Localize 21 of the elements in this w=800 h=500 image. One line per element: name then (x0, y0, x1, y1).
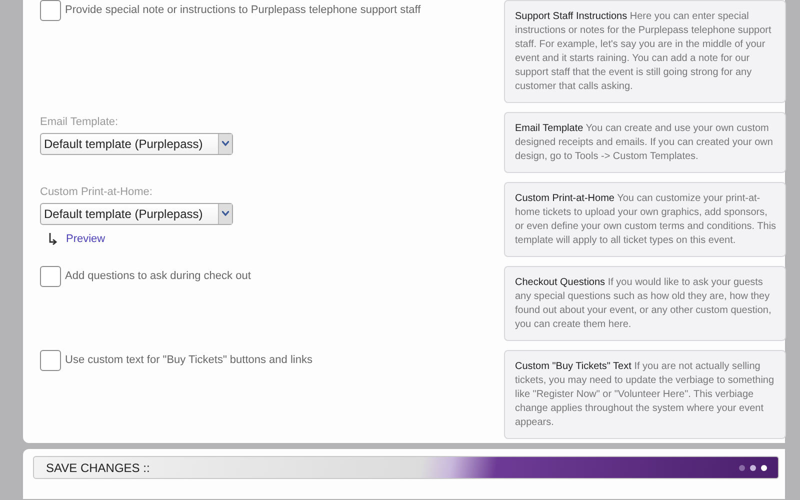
save-changes-bar[interactable]: SAVE CHANGES :: (33, 456, 779, 479)
dropdown-caret-icon (222, 141, 229, 146)
field-label: Email Template: (40, 115, 120, 130)
field-label: Custom Print-at-Home: (40, 185, 154, 200)
return-arrow-icon (48, 232, 58, 245)
checkbox-label: Provide special note or instructions to Purplepass telephone support staff (65, 3, 421, 18)
checkbox-label: Add questions to ask during check out (65, 269, 251, 284)
template-select[interactable]: Default template (Purplepass) (40, 202, 233, 224)
checkbox[interactable] (40, 266, 61, 287)
help-text: Custom Print-at-Home You can customize your print-at-home tickets to upload your own graphics, add sponsors, or even define your own custom terms and conditions. This template will apply to all ticket types on this event. (504, 182, 786, 257)
checkbox[interactable] (40, 0, 61, 21)
checkbox[interactable] (40, 350, 61, 371)
help-text: Custom "Buy Tickets" Text If you are not actually selling tickets, you may need to update the verbiage to something like "Register Now" or "Volunteer Here". This verbiage change applies throughout the system where your event appears. (504, 350, 786, 439)
dropdown-caret-icon (222, 211, 229, 216)
dots-icon (738, 464, 768, 472)
preview-link[interactable]: Preview (66, 230, 106, 247)
help-text: Checkout Questions If you would like to ask your guests any special questions such as how old they are, how they found out about your event, or any other custom question, you can create them here. (504, 266, 786, 341)
help-text: Support Staff Instructions Here you can enter special instructions or notes for the Purplepass telephone support staff. For example, let's say you are in the middle of your event and it starts raining. You can add a note for our support staff that the event is still going strong for any customer that calls asking. (504, 0, 786, 103)
checkbox-label: Use custom text for "Buy Tickets" buttons and links (65, 353, 312, 368)
help-text: Email Template You can create and use your own custom designed receipts and emails. If you can created your own design, go to Tools -> Custom Templates. (504, 112, 786, 173)
template-select[interactable]: Default template (Purplepass) (40, 132, 233, 154)
